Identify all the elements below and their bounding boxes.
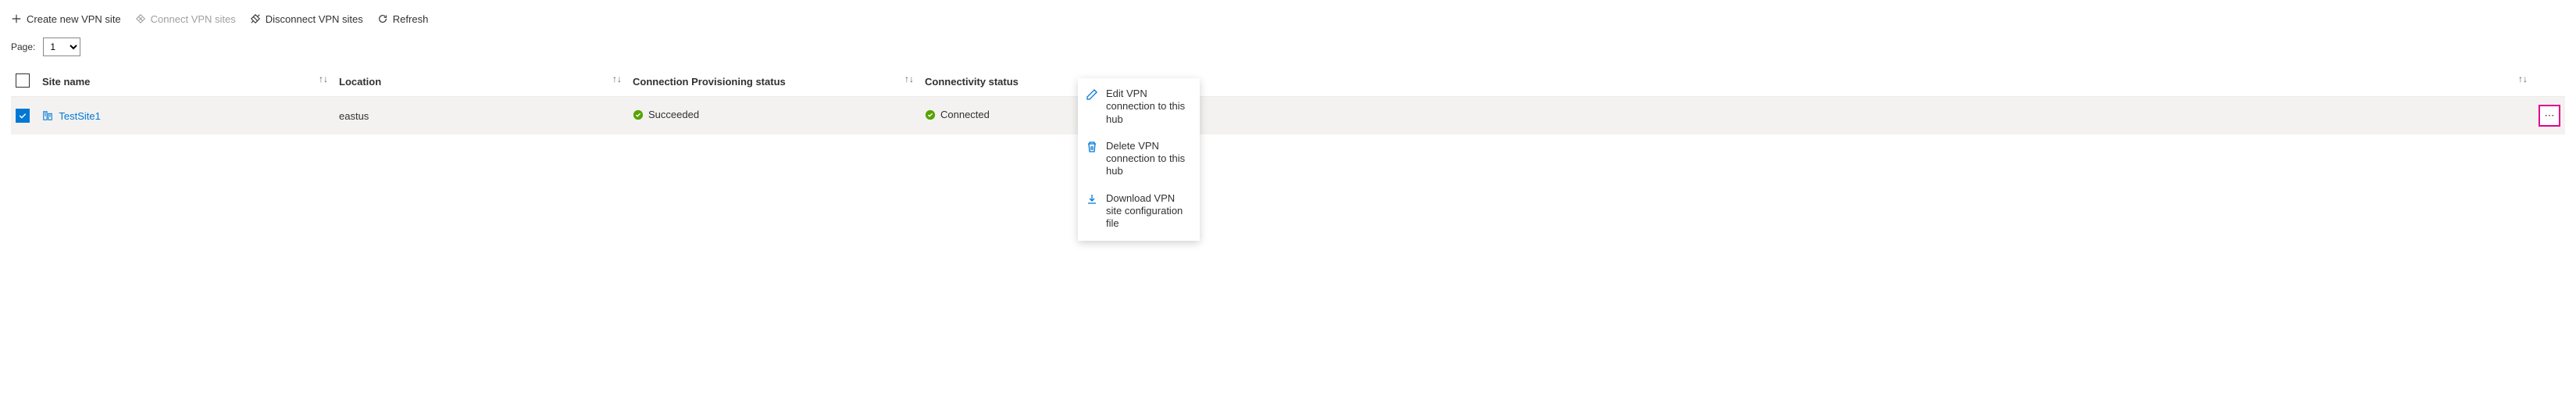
download-icon [1086, 193, 1098, 231]
connect-vpn-sites-button[interactable]: Connect VPN sites [135, 13, 236, 25]
create-new-vpn-site-button[interactable]: Create new VPN site [11, 13, 121, 25]
sort-icon[interactable]: ↑↓ [904, 73, 914, 84]
ellipsis-icon: ⋯ [2545, 109, 2555, 122]
check-icon [18, 111, 27, 120]
col-provisioning[interactable]: Connection Provisioning status ↑↓ [628, 67, 920, 97]
refresh-icon [377, 13, 388, 24]
edit-icon [1086, 88, 1098, 126]
disconnect-vpn-sites-button[interactable]: Disconnect VPN sites [250, 13, 363, 25]
page-select[interactable]: 1 [43, 38, 80, 56]
cell-connectivity: Connected [925, 109, 990, 120]
col-site-name[interactable]: Site name ↑↓ [37, 67, 334, 97]
delete-icon [1086, 141, 1098, 178]
col-location[interactable]: Location ↑↓ [334, 67, 628, 97]
row-more-button[interactable]: ⋯ [2539, 105, 2560, 127]
select-all-checkbox[interactable] [16, 73, 30, 88]
select-all-header[interactable] [11, 67, 37, 97]
connect-label: Connect VPN sites [151, 13, 236, 25]
ctx-delete-connection[interactable]: Delete VPN connection to this hub [1078, 134, 1200, 186]
row-checkbox[interactable] [16, 109, 30, 123]
sort-icon[interactable]: ↑↓ [319, 73, 328, 84]
plus-icon [11, 13, 22, 24]
table-row[interactable]: TestSite1 eastus Succeeded Connected [11, 97, 2565, 135]
success-icon [633, 109, 644, 120]
sort-icon[interactable]: ↑↓ [2518, 73, 2528, 84]
connect-icon [135, 13, 146, 24]
disconnect-label: Disconnect VPN sites [266, 13, 363, 25]
pager: Page: 1 [11, 38, 2565, 56]
ctx-edit-connection[interactable]: Edit VPN connection to this hub [1078, 81, 1200, 134]
site-name-link[interactable]: TestSite1 [59, 110, 100, 122]
refresh-button[interactable]: Refresh [377, 13, 429, 25]
refresh-label: Refresh [393, 13, 429, 25]
disconnect-icon [250, 13, 261, 24]
create-label: Create new VPN site [27, 13, 121, 25]
vpn-sites-table: Site name ↑↓ Location ↑↓ Connection Prov… [11, 67, 2565, 134]
cell-provisioning: Succeeded [633, 109, 699, 120]
success-icon [925, 109, 936, 120]
cell-location: eastus [334, 97, 628, 135]
ctx-download-config[interactable]: Download VPN site configuration file [1078, 186, 1200, 238]
sort-icon[interactable]: ↑↓ [612, 73, 622, 84]
page-label: Page: [11, 41, 35, 52]
toolbar: Create new VPN site Connect VPN sites Di… [11, 8, 2565, 30]
site-icon [42, 110, 53, 121]
row-context-menu: Edit VPN connection to this hub Delete V… [1078, 78, 1200, 241]
